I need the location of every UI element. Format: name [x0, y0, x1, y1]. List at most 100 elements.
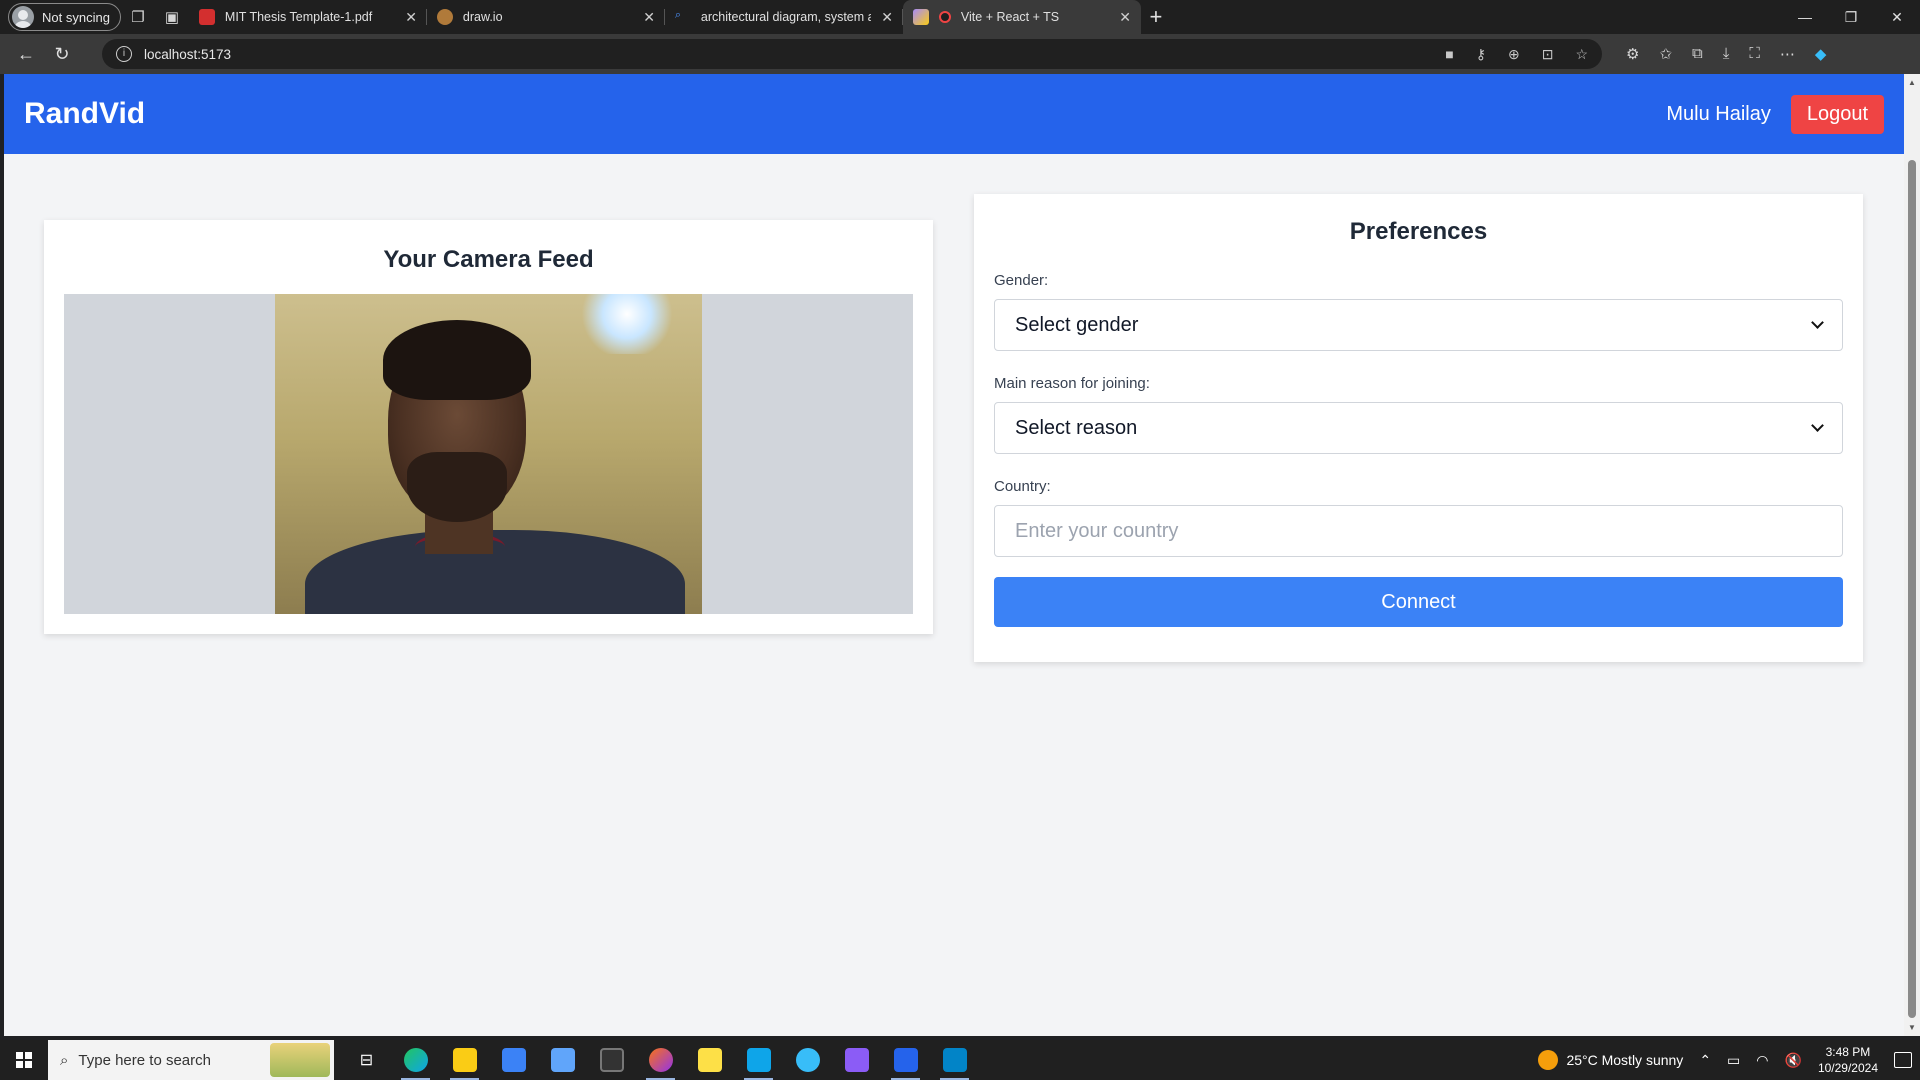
gender-select[interactable]: Select gender	[994, 299, 1843, 351]
camera-frame	[275, 294, 702, 614]
camera-app-icon[interactable]	[587, 1040, 636, 1080]
telegram-icon[interactable]	[783, 1040, 832, 1080]
close-window-icon[interactable]: ✕	[1874, 9, 1920, 26]
clock-date: 10/29/2024	[1817, 1061, 1878, 1075]
key-icon[interactable]: ⚷	[1476, 46, 1486, 63]
app-available-icon[interactable]: ⊡	[1542, 46, 1554, 63]
scrollbar-thumb[interactable]	[1908, 160, 1916, 1018]
tab-search[interactable]: ⌕ architectural diagram, system arch ✕	[665, 0, 903, 34]
tab-title: MIT Thesis Template-1.pdf	[224, 10, 373, 24]
profile-label: Not syncing	[42, 9, 110, 25]
reload-icon[interactable]: ↻	[44, 44, 80, 65]
app-header: RandVid Mulu Hailay Logout	[4, 74, 1904, 154]
drawing-app-icon[interactable]	[930, 1040, 979, 1080]
close-icon[interactable]: ✕	[881, 9, 893, 26]
gender-label: Gender:	[994, 272, 1049, 289]
zoom-icon[interactable]: ⊕	[1508, 46, 1520, 63]
new-tab-button[interactable]: +	[1141, 4, 1171, 30]
volume-muted-icon[interactable]: 🔇	[1785, 1052, 1802, 1069]
tab-title: Vite + React + TS	[960, 10, 1060, 24]
extensions-icon[interactable]: ⚙	[1626, 45, 1639, 63]
player-icon[interactable]	[685, 1040, 734, 1080]
browser-tab-bar: Not syncing ❐ ▣ MIT Thesis Template-1.pd…	[0, 0, 1920, 34]
preferences-card: Preferences Gender: Select gender Main r…	[974, 194, 1863, 662]
task-view-icon[interactable]: ⊟	[342, 1040, 391, 1080]
more-icon[interactable]: ⋯	[1780, 45, 1795, 63]
chevron-down-icon	[1811, 419, 1824, 432]
tab-drawio[interactable]: draw.io ✕	[427, 0, 665, 34]
country-input[interactable]: Enter your country	[994, 505, 1843, 557]
store-icon[interactable]	[489, 1040, 538, 1080]
copilot-icon[interactable]: ◆	[1815, 45, 1827, 63]
camera-video	[64, 294, 913, 614]
favorite-star-icon[interactable]: ☆	[1575, 46, 1588, 63]
profile-button[interactable]: Not syncing	[8, 3, 121, 31]
close-icon[interactable]: ✕	[1119, 9, 1131, 26]
taskbar-apps: ⊟	[342, 1040, 979, 1080]
taskbar-search-placeholder: Type here to search	[78, 1051, 211, 1069]
clock[interactable]: 3:48 PM 10/29/2024	[1818, 1044, 1878, 1076]
reason-select[interactable]: Select reason	[994, 402, 1843, 454]
windows-taskbar: ⌕ Type here to search ⊟ 25°C Mostly sunn…	[0, 1040, 1920, 1080]
vite-icon	[912, 9, 929, 25]
firefox-icon[interactable]	[636, 1040, 685, 1080]
vscode-icon[interactable]	[734, 1040, 783, 1080]
profile-avatar-icon	[12, 6, 34, 28]
close-icon[interactable]: ✕	[643, 9, 655, 26]
tab-title: draw.io	[462, 10, 503, 24]
clock-time: 3:48 PM	[1825, 1045, 1871, 1059]
page-scrollbar[interactable]: ▲ ▼	[1904, 74, 1920, 1036]
pdf-icon	[198, 9, 215, 25]
username: Mulu Hailay	[1666, 102, 1771, 125]
tab-pdf[interactable]: MIT Thesis Template-1.pdf ✕	[189, 0, 427, 34]
search-highlight-image	[270, 1043, 330, 1077]
restore-icon[interactable]: ❐	[1828, 9, 1874, 26]
page-viewport: RandVid Mulu Hailay Logout Your Camera F…	[4, 74, 1904, 1036]
wifi-icon[interactable]: ◠	[1756, 1052, 1768, 1069]
minimize-icon[interactable]: —	[1782, 9, 1828, 26]
camera-title: Your Camera Feed	[383, 246, 594, 273]
brand-logo[interactable]: RandVid	[24, 97, 145, 131]
logout-button[interactable]: Logout	[1790, 94, 1884, 134]
chevron-down-icon	[1811, 316, 1824, 329]
weather-sun-icon	[1538, 1050, 1559, 1070]
weather-widget[interactable]: 25°C Mostly sunny	[1538, 1050, 1683, 1070]
address-bar-row: ← ↻ i localhost:5173 ■ ⚷ ⊕ ⊡ ☆ ⚙ ✩ ⧉ ⤓ ⛶…	[0, 34, 1920, 74]
search-icon: ⌕	[674, 9, 682, 21]
notifications-icon[interactable]	[1894, 1052, 1912, 1068]
favorites-icon[interactable]: ✩	[1659, 45, 1672, 63]
tab-title: architectural diagram, system arch	[700, 10, 872, 24]
connect-button[interactable]: Connect	[994, 577, 1843, 627]
camera-in-use-icon[interactable]: ■	[1445, 46, 1453, 63]
preferences-title: Preferences	[1349, 218, 1488, 245]
start-button[interactable]	[0, 1040, 48, 1080]
address-bar[interactable]: i localhost:5173 ■ ⚷ ⊕ ⊡ ☆	[102, 39, 1602, 69]
mail-icon[interactable]	[538, 1040, 587, 1080]
back-icon[interactable]: ←	[8, 44, 44, 65]
reason-label: Main reason for joining:	[994, 375, 1150, 392]
collections-icon[interactable]: ⧉	[1692, 45, 1703, 63]
tab-actions-icon[interactable]: ▣	[155, 3, 189, 31]
recording-icon	[938, 11, 951, 23]
person-hair	[383, 320, 531, 400]
search-icon: ⌕	[60, 1051, 69, 1069]
screenshot-icon[interactable]: ⛶	[1749, 45, 1760, 63]
url-text: localhost:5173	[144, 46, 232, 62]
taskbar-search[interactable]: ⌕ Type here to search	[48, 1040, 334, 1080]
close-icon[interactable]: ✕	[405, 9, 417, 26]
edge-icon[interactable]	[391, 1040, 440, 1080]
battery-icon[interactable]: ▭	[1727, 1052, 1740, 1069]
person-beard	[407, 452, 507, 522]
chevron-up-icon[interactable]: ⌃	[1699, 1052, 1711, 1069]
site-info-icon[interactable]: i	[116, 46, 132, 62]
scroll-up-icon[interactable]: ▲	[1908, 78, 1916, 87]
visual-studio-icon[interactable]	[832, 1040, 881, 1080]
window-light	[582, 294, 672, 354]
workspaces-icon[interactable]: ❐	[121, 3, 155, 31]
reason-select-value: Select reason	[1015, 416, 1138, 439]
downloads-icon[interactable]: ⤓	[1723, 45, 1730, 63]
tab-vite[interactable]: Vite + React + TS ✕	[902, 0, 1141, 34]
file-explorer-icon[interactable]	[440, 1040, 489, 1080]
scroll-down-icon[interactable]: ▼	[1908, 1023, 1916, 1032]
word-icon[interactable]	[881, 1040, 930, 1080]
